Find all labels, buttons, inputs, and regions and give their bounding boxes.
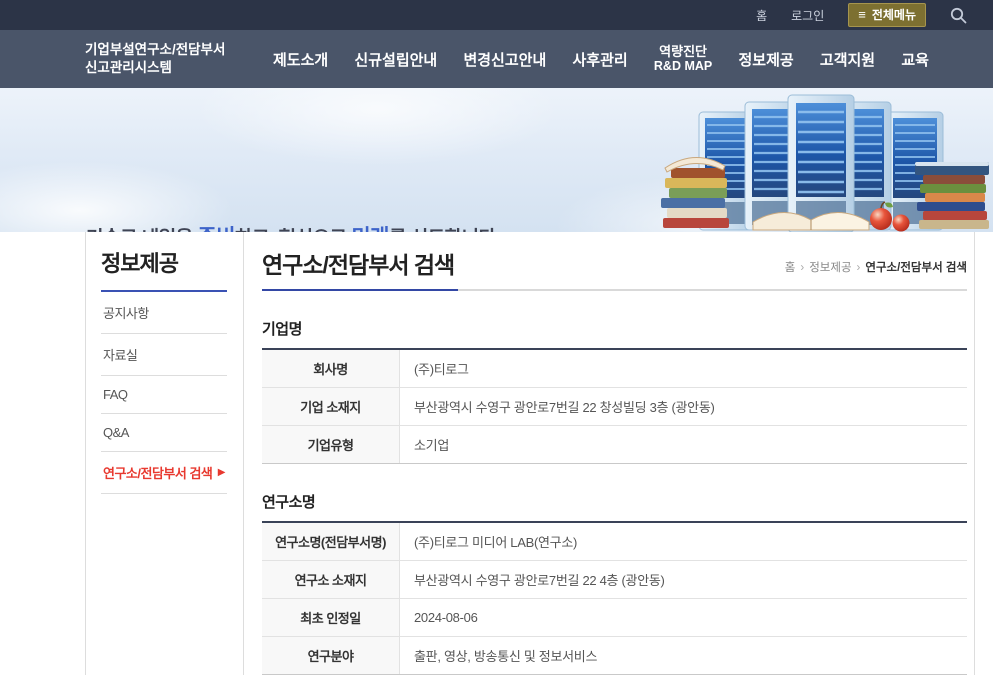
sidebar-item-label: FAQ xyxy=(103,387,128,402)
nav-item-post-management[interactable]: 사후관리 xyxy=(572,49,627,70)
nav-item-information[interactable]: 정보제공 xyxy=(738,49,793,70)
sidebar-item-notice[interactable]: 공지사항 xyxy=(101,292,227,334)
row-label: 회사명 xyxy=(262,350,400,387)
nav-rnd-line2: R&D MAP xyxy=(654,59,712,74)
breadcrumb-current: 연구소/전담부서 검색 xyxy=(865,262,967,274)
book-stack-left xyxy=(661,157,729,228)
row-value: 부산광역시 수영구 광안로7번길 22 4층 (광안동) xyxy=(400,561,967,598)
all-menu-button[interactable]: ≡ 전체메뉴 xyxy=(848,3,926,27)
table-row: 연구분야 출판, 영상, 방송통신 및 정보서비스 xyxy=(262,636,967,674)
main-header: 기업부설연구소/전담부서 신고관리시스템 제도소개 신규설립안내 변경신고안내 … xyxy=(0,30,993,88)
all-menu-label: 전체메뉴 xyxy=(872,6,916,23)
nav-item-new-setup[interactable]: 신규설립안내 xyxy=(354,49,437,70)
active-arrow-icon: ▶ xyxy=(218,467,225,478)
logo-line1: 기업부설연구소/전담부서 xyxy=(85,41,253,59)
slogan-text: 하고, 혁신으로 xyxy=(235,228,351,232)
topbar: 홈 로그인 ≡ 전체메뉴 xyxy=(0,0,993,30)
breadcrumb: 홈 › 정보제공 › 연구소/전담부서 검색 xyxy=(785,259,967,280)
banner-illustration xyxy=(657,90,993,232)
site-logo[interactable]: 기업부설연구소/전담부서 신고관리시스템 xyxy=(85,41,253,77)
nav-item-change-report[interactable]: 변경신고안내 xyxy=(463,49,546,70)
nav-item-rnd-map[interactable]: 역량진단 R&D MAP xyxy=(654,44,712,75)
table-row: 기업유형 소기업 xyxy=(262,425,967,463)
sidebar-item-label: 연구소/전담부서 검색 xyxy=(103,463,212,482)
nav-item-intro[interactable]: 제도소개 xyxy=(273,49,328,70)
slogan-highlight-1: 준비 xyxy=(197,226,235,232)
sidebar-item-faq[interactable]: FAQ xyxy=(101,376,227,414)
sidebar-item-label: 공지사항 xyxy=(103,303,149,322)
nav-item-customer-support[interactable]: 고객지원 xyxy=(820,49,875,70)
company-table: 회사명 (주)티로그 기업 소재지 부산광역시 수영구 광안로7번길 22 창성… xyxy=(262,348,967,464)
breadcrumb-separator: › xyxy=(857,262,861,274)
hamburger-icon: ≡ xyxy=(858,8,866,21)
table-row: 연구소 소재지 부산광역시 수영구 광안로7번길 22 4층 (광안동) xyxy=(262,560,967,598)
row-value: 2024-08-06 xyxy=(400,599,967,636)
sidebar-item-label: Q&A xyxy=(103,425,129,440)
login-link[interactable]: 로그인 xyxy=(791,7,824,24)
slogan-text: 기술로 내일을 xyxy=(86,228,197,232)
row-label: 연구소 소재지 xyxy=(262,561,400,598)
page: 홈 로그인 ≡ 전체메뉴 기업부설연구소/전담부서 신고관리시스템 제도소개 신… xyxy=(0,0,993,675)
table-row: 기업 소재지 부산광역시 수영구 광안로7번길 22 창성빌딩 3층 (광안동) xyxy=(262,387,967,425)
table-row: 최초 인정일 2024-08-06 xyxy=(262,598,967,636)
sidebar-item-label: 자료실 xyxy=(103,345,137,364)
home-link[interactable]: 홈 xyxy=(756,7,767,24)
lab-section-heading: 연구소명 xyxy=(262,491,967,512)
row-label: 기업유형 xyxy=(262,426,400,463)
sidebar-item-qna[interactable]: Q&A xyxy=(101,414,227,452)
slogan-highlight-2: 미래 xyxy=(351,226,389,232)
sidebar: 정보제공 공지사항 자료실 FAQ Q&A 연구소/전담부서 검색 ▶ xyxy=(86,232,243,675)
sidebar-item-archive[interactable]: 자료실 xyxy=(101,334,227,376)
row-label: 최초 인정일 xyxy=(262,599,400,636)
row-label: 연구분야 xyxy=(262,637,400,674)
breadcrumb-separator: › xyxy=(800,262,804,274)
row-value: 부산광역시 수영구 광안로7번길 22 창성빌딩 3층 (광안동) xyxy=(400,388,967,425)
nav-rnd-line1: 역량진단 xyxy=(654,44,712,60)
table-row: 연구소명(전담부서명) (주)티로그 미디어 LAB(연구소) xyxy=(262,523,967,560)
search-icon[interactable] xyxy=(950,7,967,24)
row-value: (주)티로그 미디어 LAB(연구소) xyxy=(400,523,967,560)
main-nav: 제도소개 신규설립안내 변경신고안내 사후관리 역량진단 R&D MAP 정보제… xyxy=(253,44,993,75)
page-title-row: 연구소/전담부서 검색 홈 › 정보제공 › 연구소/전담부서 검색 xyxy=(262,246,967,291)
slogan-text: 를 선도합니다. xyxy=(389,228,500,232)
lab-table: 연구소명(전담부서명) (주)티로그 미디어 LAB(연구소) 연구소 소재지 … xyxy=(262,521,967,675)
server-towers xyxy=(699,95,943,232)
breadcrumb-home[interactable]: 홈 xyxy=(785,262,796,274)
row-value: 출판, 영상, 방송통신 및 정보서비스 xyxy=(400,637,967,674)
banner-slogan: 기술로 내일을 준비하고, 혁신으로 미래를 선도합니다. xyxy=(86,221,500,232)
row-value: (주)티로그 xyxy=(400,350,967,387)
logo-line2: 신고관리시스템 xyxy=(85,59,253,77)
lab-section: 연구소명 연구소명(전담부서명) (주)티로그 미디어 LAB(연구소) 연구소… xyxy=(262,491,967,675)
table-row: 회사명 (주)티로그 xyxy=(262,350,967,387)
main-content: 연구소/전담부서 검색 홈 › 정보제공 › 연구소/전담부서 검색 기업명 회사명 (… xyxy=(244,232,974,675)
content-area: 정보제공 공지사항 자료실 FAQ Q&A 연구소/전담부서 검색 ▶ 연구소/… xyxy=(85,232,975,675)
sidebar-item-search-active[interactable]: 연구소/전담부서 검색 ▶ xyxy=(101,452,227,494)
nav-item-education[interactable]: 교육 xyxy=(901,49,929,70)
row-label: 연구소명(전담부서명) xyxy=(262,523,400,560)
company-section: 기업명 회사명 (주)티로그 기업 소재지 부산광역시 수영구 광안로7번길 2… xyxy=(262,318,967,464)
row-value: 소기업 xyxy=(400,426,967,463)
breadcrumb-information[interactable]: 정보제공 xyxy=(809,262,851,274)
row-label: 기업 소재지 xyxy=(262,388,400,425)
hero-banner: 기술로 내일을 준비하고, 혁신으로 미래를 선도합니다. xyxy=(0,88,993,232)
page-title: 연구소/전담부서 검색 xyxy=(262,246,454,280)
sidebar-title: 정보제공 xyxy=(101,246,227,292)
company-section-heading: 기업명 xyxy=(262,318,967,339)
book-stack-right xyxy=(915,162,989,229)
